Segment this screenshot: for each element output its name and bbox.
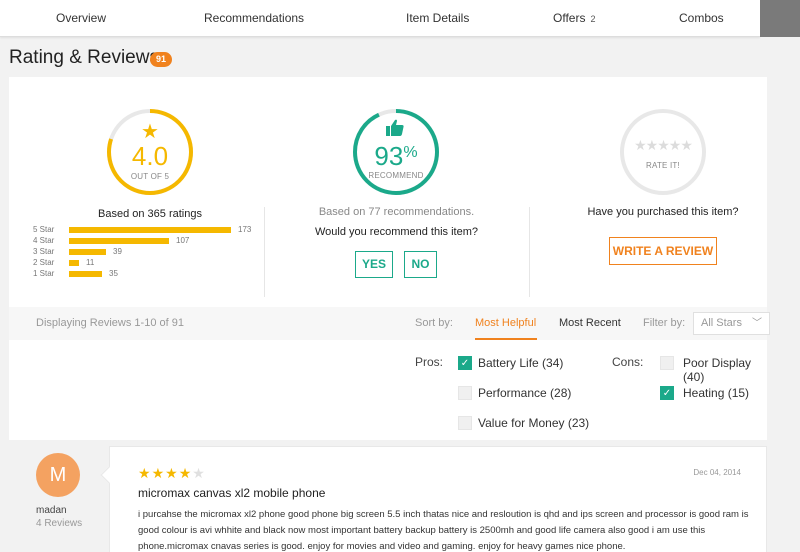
rating-bar-label: 4 Star	[33, 236, 55, 245]
recommend-yes-button[interactable]: YES	[355, 251, 393, 278]
tab-label: Recommendations	[204, 11, 305, 25]
recommend-question: Would you recommend this item?	[314, 226, 479, 238]
star-filter-select[interactable]: All Stars ﹀	[693, 312, 770, 335]
filter-by-label: Filter by:	[643, 317, 686, 329]
tab-label: Item Details	[406, 11, 470, 25]
star-filled-icon: ★	[178, 465, 193, 481]
star-filled-icon: ★	[151, 465, 166, 481]
tab-recommendations[interactable]: Recommendations	[204, 0, 304, 37]
rating-bar-count: 39	[113, 247, 122, 256]
rating-bar-label: 1 Star	[33, 269, 55, 278]
sort-most-helpful[interactable]: Most Helpful	[475, 317, 536, 329]
rating-bar	[69, 238, 169, 244]
reviewer-review-count: 4 Reviews	[36, 518, 83, 529]
ratings-based-on: Based on 365 ratings	[98, 208, 202, 220]
cons-label: Cons:	[612, 355, 644, 369]
star-filter-value: All Stars	[701, 317, 742, 329]
star-filled-icon: ★	[165, 465, 179, 481]
pros-label-battery-life[interactable]: Battery Life (34)	[478, 356, 563, 370]
avatar: M	[36, 453, 80, 497]
rating-bar	[69, 227, 231, 233]
recommend-column: 93% RECOMMEND Based on 77 recommendation…	[264, 77, 529, 307]
sort-bar: Displaying Reviews 1-10 of 91 Sort by: M…	[9, 307, 770, 340]
rating-bar-count: 11	[86, 258, 95, 267]
top-navigation: Overview Recommendations Item Details Of…	[0, 0, 760, 37]
cons-label-poor-display[interactable]: Poor Display (40)	[683, 356, 767, 384]
rating-out-of: OUT OF 5	[130, 172, 170, 181]
tab-overview[interactable]: Overview	[56, 0, 106, 37]
cons-checkbox-heating[interactable]: ✓	[660, 386, 674, 400]
pros-label-performance[interactable]: Performance (28)	[478, 386, 571, 400]
recommend-no-button[interactable]: NO	[404, 251, 437, 278]
sort-most-recent[interactable]: Most Recent	[559, 317, 621, 329]
rating-value: 4.0	[131, 141, 169, 171]
rating-bar-label: 2 Star	[33, 258, 55, 267]
review-card: ★★★★★ Dec 04, 2014 micromax canvas xl2 m…	[100, 446, 767, 552]
tab-combos[interactable]: Combos	[679, 0, 724, 37]
rating-bar-label: 3 Star	[33, 247, 55, 256]
pros-checkbox-battery-life[interactable]: ✓	[458, 356, 472, 370]
pros-label-value-for-money[interactable]: Value for Money (23)	[478, 416, 589, 430]
review-count-badge: 91	[150, 52, 172, 67]
offers-count-badge: 2	[590, 14, 596, 24]
recommend-percent-value: 93	[374, 141, 404, 171]
rate-stars-icon[interactable]: ★★★★★	[619, 137, 707, 154]
tab-offers[interactable]: Offers 2	[553, 0, 595, 37]
cons-label-heating[interactable]: Heating (15)	[683, 386, 749, 400]
rating-bar	[69, 260, 79, 266]
purchase-question: Have you purchased this item?	[587, 206, 739, 218]
pros-label: Pros:	[415, 355, 444, 369]
pros-checkbox-performance[interactable]	[458, 386, 472, 400]
reviewer-name[interactable]: madan	[36, 505, 67, 516]
sort-by-label: Sort by:	[415, 317, 453, 329]
header-gray-block	[760, 0, 800, 37]
star-filled-icon: ★	[138, 465, 152, 481]
review-stars: ★★★★★	[138, 465, 206, 482]
recommend-percent: 93%	[352, 141, 440, 172]
rating-bar-count: 107	[176, 236, 190, 245]
pros-cons-filters: Pros: ✓ Battery Life (34) Performance (2…	[9, 340, 767, 440]
write-review-button[interactable]: WRITE A REVIEW	[609, 237, 717, 265]
chevron-down-icon: ﹀	[752, 318, 762, 329]
page-title: Rating & Reviews	[9, 47, 159, 68]
rating-bar	[69, 271, 102, 277]
tab-item-details[interactable]: Item Details	[406, 0, 469, 37]
tab-label: Overview	[56, 11, 107, 25]
star-empty-icon: ★	[192, 465, 206, 481]
thumbs-up-icon	[386, 119, 404, 136]
pros-checkbox-value-for-money[interactable]	[458, 416, 472, 430]
review-title: micromax canvas xl2 mobile phone	[138, 486, 326, 500]
displaying-reviews-text: Displaying Reviews 1-10 of 91	[36, 317, 184, 329]
review-date: Dec 04, 2014	[693, 468, 741, 477]
review-body: i purcahse the micromax xl2 phone good p…	[138, 509, 749, 552]
rate-column: ★★★★★ RATE IT! Have you purchased this i…	[529, 77, 767, 307]
rating-bar-label: 5 Star	[33, 225, 55, 234]
rating-bar-count: 173	[238, 225, 252, 234]
recommend-based-on: Based on 77 recommendations.	[318, 206, 475, 218]
rating-bar-count: 35	[109, 269, 118, 278]
rating-summary-card: ★ 4.0 OUT OF 5 Based on 365 ratings 93% …	[9, 77, 767, 307]
rate-it-label: RATE IT!	[646, 161, 680, 170]
tab-label: Offers	[553, 11, 586, 25]
percent-sign: %	[403, 144, 418, 161]
cons-checkbox-poor-display[interactable]	[660, 356, 674, 370]
recommend-label: RECOMMEND	[368, 171, 424, 180]
tab-label: Combos	[679, 11, 724, 25]
rating-bar	[69, 249, 106, 255]
